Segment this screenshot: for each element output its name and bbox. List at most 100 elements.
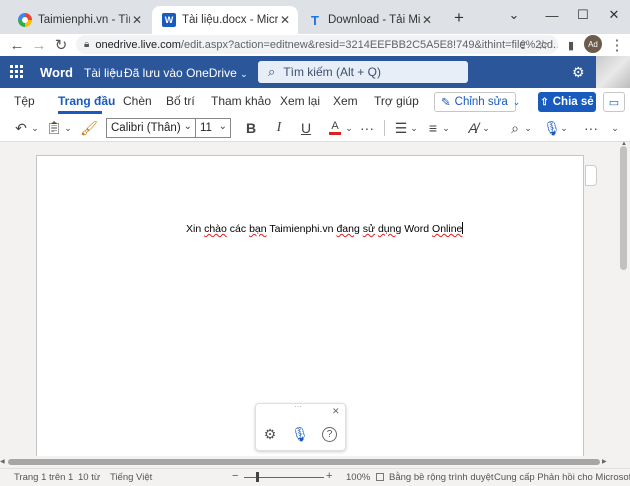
page-count[interactable]: Trang 1 trên 1 (14, 472, 73, 483)
fit-width-label[interactable]: Bằng bề rộng trình duyệt (389, 472, 494, 483)
comments-button[interactable]: ▭ (603, 92, 625, 112)
browser-tab-download[interactable]: T Download - Tải Miễn Phí VN ✕ (298, 6, 440, 34)
close-tab-icon[interactable]: ✕ (420, 13, 434, 27)
zoom-in-button[interactable]: + (326, 470, 332, 482)
close-tab-icon[interactable]: ✕ (278, 13, 292, 27)
separator-dash: - (112, 64, 116, 78)
save-status[interactable]: Đã lưu vào OneDrive ⌄ (124, 66, 248, 80)
undo-chevron-icon[interactable]: ⌄ (30, 118, 40, 138)
url-path: /edit.aspx?action=editnew&resid=3214EEFB… (180, 38, 558, 51)
bullets-icon[interactable]: ☰ (392, 118, 410, 138)
find-chevron-icon[interactable]: ⌄ (524, 118, 532, 138)
misspelled-word: dụng (377, 223, 402, 235)
feedback-link[interactable]: Cung cấp Phản hồi cho Microsoft (494, 472, 630, 483)
underline-button[interactable]: U (298, 118, 314, 138)
search-placeholder: Tìm kiếm (Alt + Q) (283, 65, 381, 79)
vertical-scroll-thumb[interactable] (620, 146, 627, 270)
styles-icon[interactable]: A̸ (464, 118, 482, 138)
share-label: Chia sẻ (552, 96, 594, 108)
drag-handle-icon[interactable]: ··· (294, 402, 302, 411)
close-icon[interactable]: ✕ (332, 406, 340, 417)
zoom-slider-thumb[interactable] (256, 472, 259, 482)
share-icon: ⇧ (540, 96, 549, 108)
dictation-settings-icon[interactable]: ⚙ (261, 425, 279, 443)
tab-layout[interactable]: Bố trí (166, 94, 195, 108)
horizontal-scroll-thumb[interactable] (8, 459, 600, 465)
browser-tab-word-doc[interactable]: W Tài liệu.docx - Microsoft Wo ✕ (152, 6, 298, 34)
zoom-level[interactable]: 100% (346, 472, 370, 483)
font-size-value: 11 (200, 122, 212, 134)
tab-file[interactable]: Tệp (14, 94, 35, 108)
misspelled-word: bạn (249, 223, 267, 235)
ribbon-collapse-icon[interactable]: ⌄ (608, 118, 622, 138)
comment-icon: ▭ (608, 96, 620, 109)
address-bar[interactable]: 🔒︎ onedrive.live.com/edit.aspx?action=ed… (76, 35, 558, 54)
font-color-button[interactable]: A (326, 118, 344, 138)
language-status[interactable]: Tiếng Việt (110, 472, 152, 483)
close-tab-icon[interactable]: ✕ (130, 13, 144, 27)
help-icon[interactable]: ? (322, 427, 337, 442)
maximize-button[interactable]: ☐ (568, 0, 598, 30)
tab-help[interactable]: Trợ giúp (374, 94, 419, 108)
more-options-button[interactable]: ··· (582, 118, 600, 138)
font-size-dropdown[interactable]: 11 ⌄ (195, 118, 231, 138)
share-button[interactable]: ⇧ Chia sẻ (538, 92, 596, 112)
italic-button[interactable]: I (270, 118, 288, 138)
account-picture[interactable] (596, 56, 630, 88)
search-icon: ⌕ (268, 64, 276, 79)
document-name[interactable]: Tài liệu (84, 66, 123, 80)
bullets-chevron-icon[interactable]: ⌄ (410, 118, 418, 138)
editing-label: Chỉnh sửa (454, 96, 508, 108)
bookmark-star-icon[interactable]: ☆ (532, 34, 554, 56)
misspelled-word: Online (432, 223, 463, 235)
font-name-dropdown[interactable]: Calibri (Thân) ⌄ (106, 118, 196, 138)
new-tab-button[interactable]: + (450, 8, 468, 27)
app-name[interactable]: Word (40, 65, 73, 80)
browser-tab-taimienphi[interactable]: Taimienphi.vn - Tìm trên Go ✕ (8, 6, 150, 34)
gear-icon[interactable]: ⚙ (572, 64, 585, 81)
undo-icon[interactable]: ↶ (12, 118, 30, 138)
bold-button[interactable]: B (242, 118, 260, 138)
align-icon[interactable]: ≡ (424, 118, 442, 138)
align-chevron-icon[interactable]: ⌄ (442, 118, 450, 138)
tab-review[interactable]: Xem lại (280, 94, 320, 108)
pencil-icon: ✎ (441, 97, 451, 109)
word-count[interactable]: 10 từ (78, 472, 100, 483)
clipboard-chevron-icon[interactable]: ⌄ (63, 118, 73, 138)
close-window-button[interactable]: ✕ (598, 0, 630, 30)
scroll-left-icon[interactable]: ◀ (0, 458, 5, 465)
side-panel-icon[interactable]: ▮ (560, 34, 582, 56)
browser-menu-icon[interactable]: ⋮ (606, 34, 628, 56)
scroll-right-icon[interactable]: ▶ (602, 458, 607, 465)
styles-chevron-icon[interactable]: ⌄ (482, 118, 490, 138)
tab-view[interactable]: Xem (333, 94, 358, 108)
chevron-down-icon: ⌄ (183, 121, 192, 132)
tab-insert[interactable]: Chèn (123, 94, 152, 108)
font-color-swatch (329, 132, 341, 135)
dictate-chevron-icon[interactable]: ⌄ (560, 118, 568, 138)
find-icon[interactable]: ⌕ (506, 118, 524, 138)
tab-home[interactable]: Trang đầu (58, 94, 115, 108)
profile-avatar[interactable]: Ad (584, 35, 602, 53)
zoom-out-button[interactable]: − (232, 470, 238, 482)
dictate-icon[interactable]: 🎙︎ (543, 118, 561, 138)
share-page-icon[interactable]: ⇪ (512, 34, 534, 56)
side-tab[interactable] (585, 165, 597, 186)
editing-mode-dropdown[interactable]: ✎ Chỉnh sửa ⌄ (434, 92, 520, 112)
minimize-button[interactable]: — (536, 0, 568, 30)
format-painter-icon[interactable]: 🖌︎ (80, 118, 98, 138)
search-box[interactable]: ⌕ Tìm kiếm (Alt + Q) (258, 61, 468, 83)
document-body-text[interactable]: Xin chào các bạn Taimienphi.vn đang sử d… (186, 222, 464, 235)
clipboard-icon[interactable]: 📋︎ (46, 118, 63, 138)
forward-arrow-icon[interactable]: → (28, 34, 50, 56)
reload-icon[interactable]: ↻ (50, 34, 72, 56)
fit-width-icon[interactable] (376, 473, 384, 481)
microphone-icon[interactable]: 🎙︎ (291, 425, 309, 443)
font-color-chevron-icon[interactable]: ⌄ (345, 118, 353, 138)
tab-search-chevron-icon[interactable]: ⌄ (492, 0, 536, 30)
app-launcher-icon[interactable] (8, 63, 24, 79)
tab-references[interactable]: Tham khảo (211, 94, 271, 108)
save-status-label: Đã lưu vào OneDrive (124, 66, 237, 80)
more-font-options-button[interactable]: ··· (358, 118, 376, 138)
back-arrow-icon[interactable]: ← (6, 34, 28, 56)
